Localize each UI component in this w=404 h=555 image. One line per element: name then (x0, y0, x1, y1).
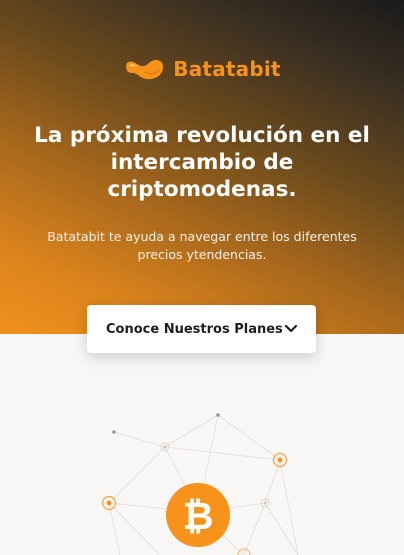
chevron-down-icon (284, 324, 298, 333)
network-node (106, 500, 112, 506)
potato-logo-icon (126, 60, 164, 80)
network-node (112, 430, 116, 434)
bitcoin-symbol: ₿ (183, 494, 214, 538)
crypto-network-illustration: ₿ (101, 413, 299, 555)
network-node (216, 413, 220, 417)
hero-subtitle: Batatabit te ayuda a navegar entre los d… (47, 229, 357, 262)
brand-name: Batatabit (173, 57, 281, 81)
network-node (263, 501, 267, 505)
network-node (277, 457, 283, 463)
brand-logo[interactable]: Batatabit (0, 56, 404, 82)
hero-section: Batatabit La próxima revolución en el in… (0, 0, 404, 334)
hero-title: La próxima revolución en el intercambio … (34, 123, 370, 202)
network-node (163, 445, 167, 449)
